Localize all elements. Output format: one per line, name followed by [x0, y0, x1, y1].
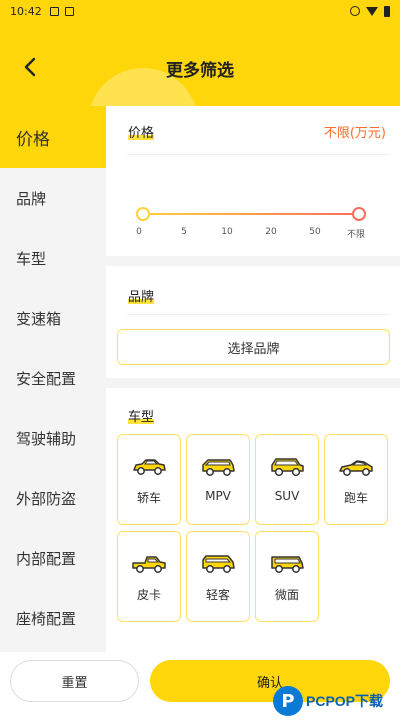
light-bus-icon — [202, 555, 235, 573]
select-brand-button[interactable]: 选择品牌 — [117, 329, 390, 365]
sidebar-item-gearbox[interactable]: 变速箱 — [0, 288, 106, 348]
status-time: 10:42 — [10, 4, 42, 18]
sidebar-item-label: 安全配置 — [16, 369, 77, 388]
price-slider-max-handle[interactable] — [352, 207, 366, 221]
status-bar: 10:42 — [0, 0, 400, 22]
price-tick: 不限 — [346, 230, 366, 240]
car-type-mpv[interactable]: MPV — [186, 434, 250, 525]
divider — [126, 314, 390, 315]
sidebar-item-anti-theft[interactable]: 外部防盗 — [0, 468, 106, 528]
car-type-pickup[interactable]: 皮卡 — [117, 531, 181, 622]
watermark: P PCPOP下载 — [273, 682, 398, 720]
price-slider-min-handle[interactable] — [136, 207, 150, 221]
price-tick: 0 — [136, 227, 142, 237]
car-type-label: 跑车 — [343, 491, 368, 505]
bottom-action-bar: 重置 确认 P PCPOP下载 — [0, 652, 400, 720]
car-type-section-title: 车型 — [128, 406, 155, 425]
price-tick: 10 — [221, 227, 233, 237]
sidebar-item-safety[interactable]: 安全配置 — [0, 348, 106, 408]
filter-panel: 价格 不限(万元) 0 5 10 20 50 不限 品牌 选择品牌 车型 轿车 … — [106, 106, 400, 652]
price-range-value: 不限(万元) — [323, 126, 386, 141]
wifi-icon — [366, 6, 378, 16]
sidebar-item-interior[interactable]: 内部配置 — [0, 528, 106, 588]
sidebar-item-price[interactable]: 价格 — [0, 106, 106, 168]
sidebar-item-label: 内部配置 — [16, 549, 77, 568]
price-section-title: 价格 — [128, 122, 155, 141]
sidebar-item-label: 外部防盗 — [16, 489, 77, 508]
mpv-icon — [202, 459, 235, 476]
pickup-icon — [132, 556, 166, 573]
sidebar-item-label: 驾驶辅助 — [16, 429, 77, 448]
car-type-label: 皮卡 — [136, 588, 161, 602]
category-sidebar: 价格 品牌 车型 变速箱 安全配置 驾驶辅助 外部防盗 内部配置 座椅配置 — [0, 106, 106, 652]
price-tick-labels: 0 5 10 20 50 不限 — [106, 227, 400, 241]
car-type-label: MPV — [205, 489, 231, 503]
microvan-icon — [271, 556, 304, 573]
sidebar-item-label: 变速箱 — [16, 309, 62, 328]
car-type-microvan[interactable]: 微面 — [255, 531, 319, 622]
price-section: 价格 不限(万元) 0 5 10 20 50 不限 — [106, 106, 400, 256]
brand-section: 品牌 选择品牌 — [106, 266, 400, 378]
notification-icon-2 — [64, 6, 74, 16]
sidebar-item-label: 品牌 — [16, 189, 47, 208]
sidebar-item-seats[interactable]: 座椅配置 — [0, 588, 106, 648]
dnd-icon — [350, 6, 360, 16]
price-slider-track[interactable] — [142, 213, 359, 215]
sidebar-item-brand[interactable]: 品牌 — [0, 168, 106, 228]
car-type-light-bus[interactable]: 轻客 — [186, 531, 250, 622]
header-bar: 10:42 更多筛选 — [0, 0, 400, 106]
sidebar-item-label: 价格 — [16, 129, 50, 150]
back-arrow-icon[interactable] — [20, 56, 42, 78]
suv-icon — [271, 458, 304, 477]
price-tick: 50 — [309, 227, 321, 237]
sidebar-item-label: 车型 — [16, 249, 47, 268]
reset-button[interactable]: 重置 — [10, 660, 139, 702]
car-type-label: 轻客 — [205, 588, 230, 602]
sports-car-icon — [339, 460, 373, 476]
watermark-logo-icon: P — [273, 686, 303, 716]
brand-section-title: 品牌 — [128, 286, 155, 305]
car-type-label: 微面 — [274, 588, 299, 602]
price-tick: 20 — [265, 227, 277, 237]
battery-icon — [384, 5, 390, 17]
price-tick: 5 — [181, 227, 187, 237]
sedan-icon — [133, 459, 166, 475]
divider — [126, 154, 390, 155]
car-type-suv[interactable]: SUV — [255, 434, 319, 525]
watermark-text: PCPOP下载 — [306, 693, 384, 709]
sidebar-item-driver-assist[interactable]: 驾驶辅助 — [0, 408, 106, 468]
car-type-label: 轿车 — [136, 491, 161, 505]
sidebar-item-car-type[interactable]: 车型 — [0, 228, 106, 288]
car-type-sedan[interactable]: 轿车 — [117, 434, 181, 525]
page-title: 更多筛选 — [166, 61, 234, 81]
sidebar-item-label: 座椅配置 — [16, 609, 77, 628]
notification-icon — [49, 6, 59, 16]
car-type-section: 车型 轿车 MPV SUV 跑车 皮卡 轻客 微面 — [106, 388, 400, 652]
car-type-sports[interactable]: 跑车 — [324, 434, 388, 525]
car-type-label: SUV — [274, 489, 300, 503]
